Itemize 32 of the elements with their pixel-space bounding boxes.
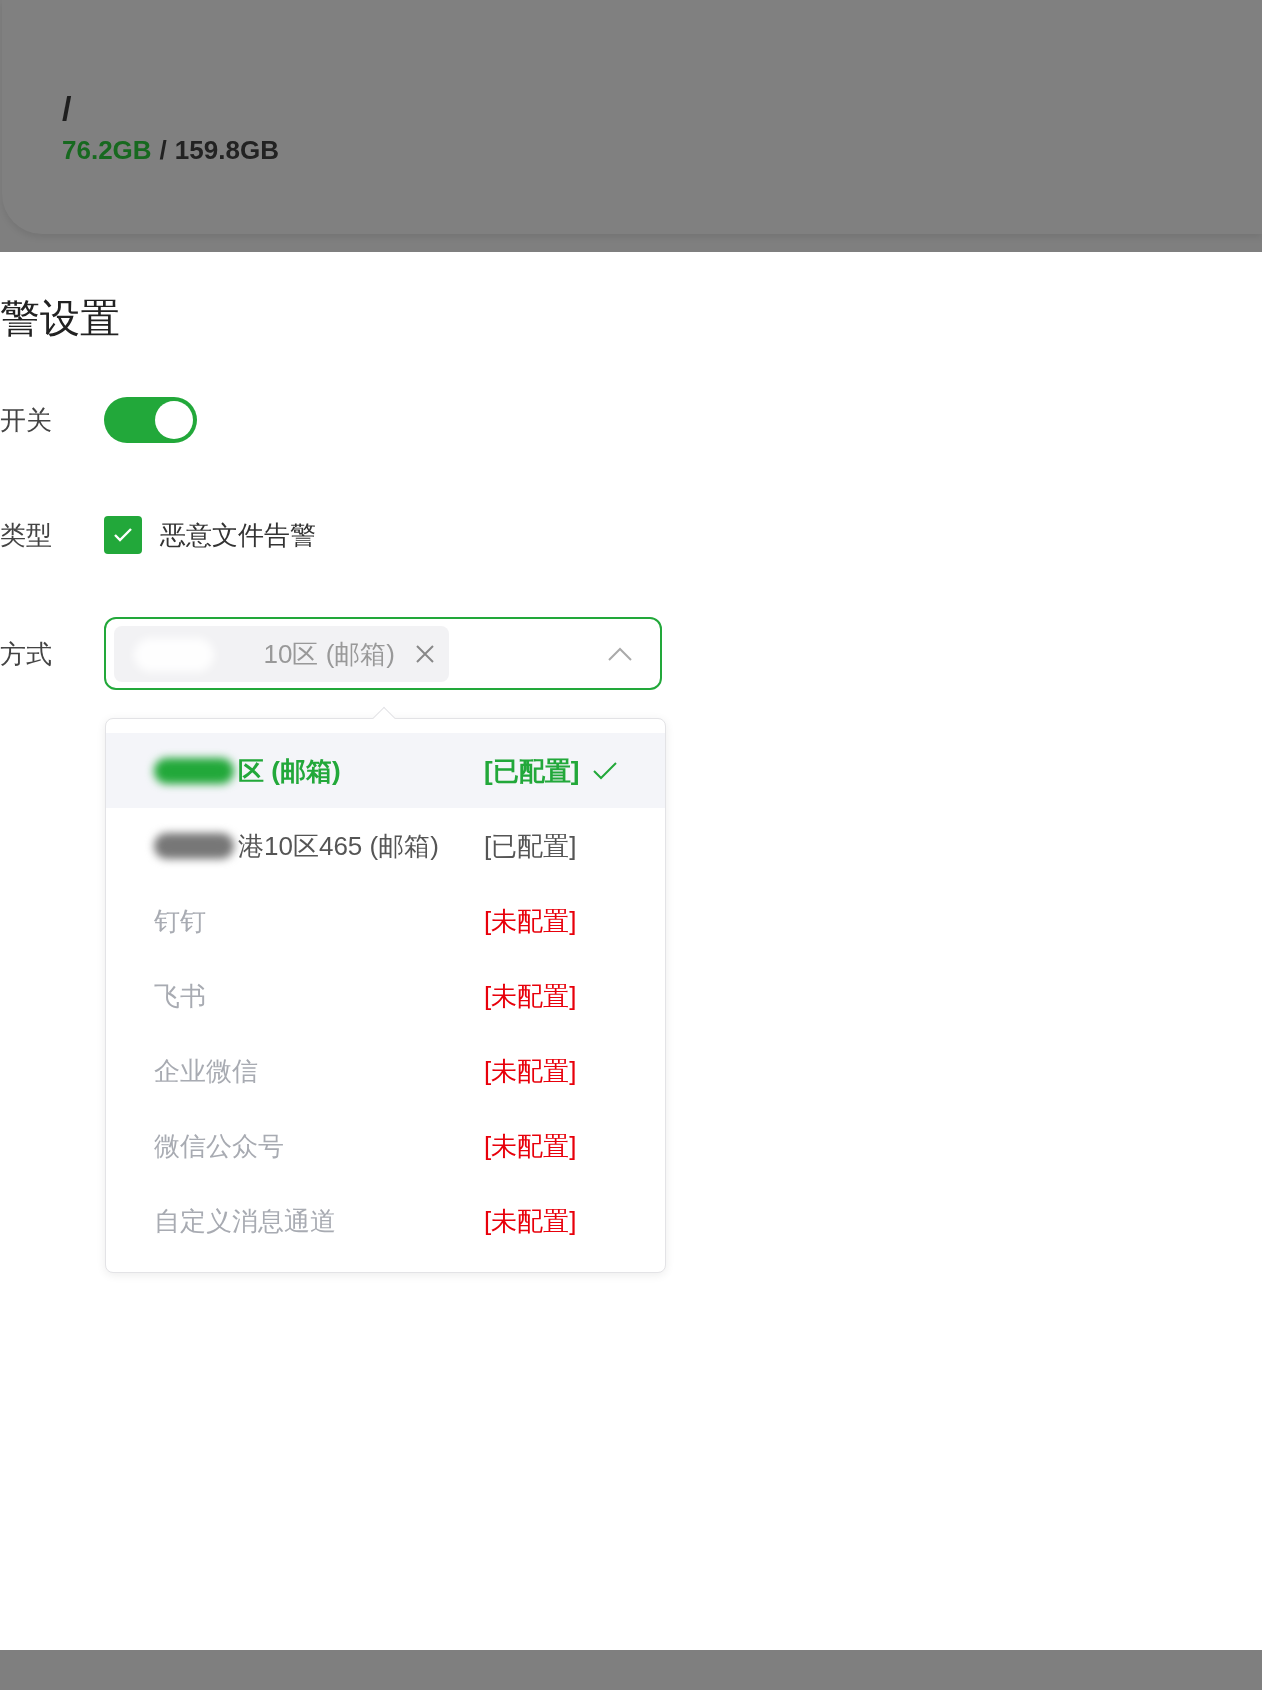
size-separator: / — [159, 134, 167, 166]
checkbox[interactable] — [104, 516, 142, 554]
option-status: [未配置] — [484, 1054, 577, 1088]
panel-title: 警设置 — [0, 295, 120, 342]
option-status: [已配置] — [484, 754, 580, 788]
option-status: [未配置] — [484, 1129, 577, 1163]
close-icon[interactable] — [415, 643, 435, 664]
option-name: 企业微信 — [154, 1054, 258, 1088]
dropdown-option[interactable]: 港10区465 (邮箱) [已配置] — [106, 808, 665, 883]
field-label: 开关 — [0, 404, 53, 437]
option-name: 自定义消息通道 — [154, 1204, 336, 1238]
total-size: 159.8GB — [174, 134, 279, 166]
chevron-up-icon — [608, 646, 632, 661]
checkbox-label: 恶意文件告警 — [160, 519, 316, 552]
option-status: [未配置] — [484, 1204, 577, 1238]
toggle-switch[interactable] — [104, 397, 197, 443]
option-status: [已配置] — [484, 829, 577, 863]
option-name: 微信公众号 — [154, 1129, 284, 1163]
option-name: 区 (邮箱) — [238, 754, 341, 788]
mount-path: / — [62, 88, 72, 128]
option-status: [未配置] — [484, 979, 577, 1013]
field-label: 类型 — [0, 519, 53, 552]
check-icon — [593, 761, 618, 780]
option-name: 港10区465 (邮箱) — [238, 829, 439, 863]
select-field[interactable]: 10区 (邮箱) — [104, 617, 662, 690]
option-name: 钉钉 — [154, 904, 206, 938]
tag-label: 10区 (邮箱) — [263, 637, 395, 671]
dropdown-option[interactable]: 区 (邮箱) [已配置] — [106, 733, 665, 808]
option-status: [未配置] — [484, 904, 577, 938]
field-label: 方式 — [0, 637, 53, 671]
option-name: 飞书 — [154, 979, 206, 1013]
used-size: 76.2GB — [62, 134, 152, 166]
